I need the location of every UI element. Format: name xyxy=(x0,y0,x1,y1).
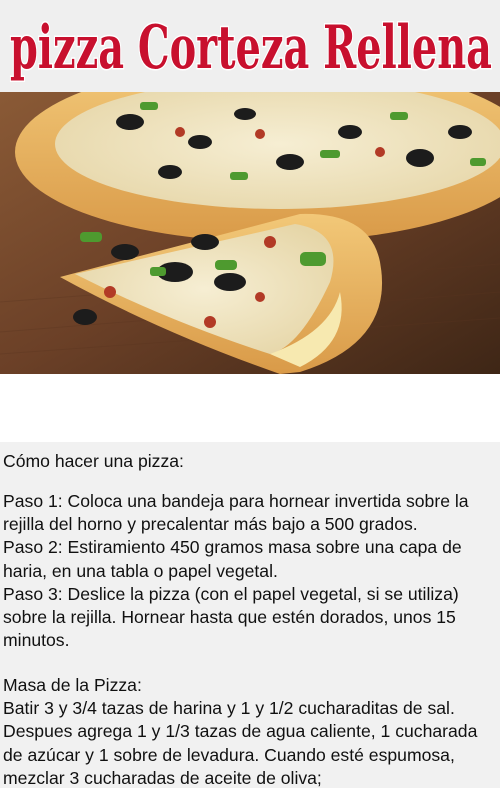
spacer xyxy=(0,374,500,442)
stuffed-crust-pizza-icon xyxy=(0,92,500,374)
pizza-photo xyxy=(0,92,500,374)
app-header: pizza Corteza Rellena xyxy=(0,0,500,92)
step-3: Paso 3: Deslice la pizza (con el papel v… xyxy=(3,583,459,651)
masa-title: Masa de la Pizza: xyxy=(3,675,142,695)
masa-section: Masa de la Pizza: Batir 3 y 3/4 tazas de… xyxy=(0,674,497,790)
recipe-text: Cómo hacer una pizza: Paso 1: Coloca una… xyxy=(0,442,500,788)
title-banner: pizza Corteza Rellena xyxy=(9,12,494,85)
page-title: pizza Corteza Rellena xyxy=(10,13,492,83)
steps-list: Paso 1: Coloca una bandeja para hornear … xyxy=(0,490,497,652)
intro-text: Cómo hacer una pizza: xyxy=(3,451,184,471)
step-1: Paso 1: Coloca una bandeja para hornear … xyxy=(3,491,469,535)
step-2: Paso 2: Estiramiento 450 gramos masa sob… xyxy=(3,537,462,581)
masa-text: Batir 3 y 3/4 tazas de harina y 1 y 1/2 … xyxy=(3,698,478,788)
